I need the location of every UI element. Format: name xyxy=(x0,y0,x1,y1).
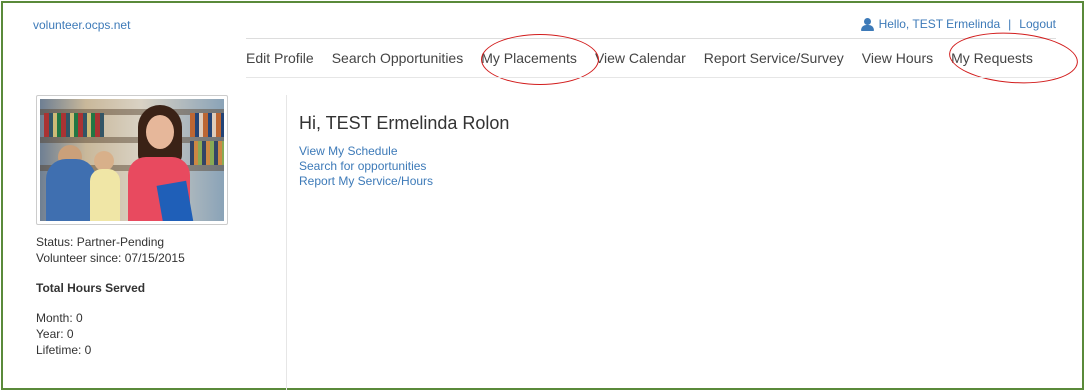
logout-link[interactable]: Logout xyxy=(1019,17,1056,31)
view-schedule-link[interactable]: View My Schedule xyxy=(299,144,433,159)
nav-edit-profile[interactable]: Edit Profile xyxy=(246,50,314,66)
hours-lifetime: Lifetime: 0 xyxy=(36,343,92,357)
hours-heading: Total Hours Served xyxy=(36,281,146,295)
search-opportunities-link[interactable]: Search for opportunities xyxy=(299,159,433,174)
separator: | xyxy=(1008,17,1012,31)
hours-month: Month: 0 xyxy=(36,311,83,325)
nav-my-requests[interactable]: My Requests xyxy=(951,50,1033,66)
volunteer-photo-image xyxy=(40,99,224,221)
page-frame: volunteer.ocps.net Hello, TEST Ermelinda… xyxy=(1,1,1084,390)
nav-view-hours[interactable]: View Hours xyxy=(862,50,933,66)
main-nav: Edit Profile Search Opportunities My Pla… xyxy=(246,41,1033,75)
nav-search-opportunities[interactable]: Search Opportunities xyxy=(332,50,464,66)
profile-photo xyxy=(36,95,228,225)
nav-report-service-survey[interactable]: Report Service/Survey xyxy=(704,50,844,66)
nav-my-placements[interactable]: My Placements xyxy=(481,50,577,66)
nav-divider xyxy=(246,77,1056,78)
report-service-link[interactable]: Report My Service/Hours xyxy=(299,174,433,189)
profile-info: Status: Partner-Pending Volunteer since:… xyxy=(36,234,185,358)
status-text: Status: Partner-Pending xyxy=(36,235,165,249)
top-divider xyxy=(246,38,1056,39)
page-title: Hi, TEST Ermelinda Rolon xyxy=(299,113,510,133)
top-bar: volunteer.ocps.net Hello, TEST Ermelinda… xyxy=(3,3,1082,41)
site-link[interactable]: volunteer.ocps.net xyxy=(33,18,130,32)
nav-view-calendar[interactable]: View Calendar xyxy=(595,50,686,66)
quick-links: View My Schedule Search for opportunitie… xyxy=(299,144,433,189)
column-divider xyxy=(286,95,287,390)
hello-user-link[interactable]: Hello, TEST Ermelinda xyxy=(879,17,1001,31)
user-icon xyxy=(860,17,874,31)
volunteer-since-text: Volunteer since: 07/15/2015 xyxy=(36,251,185,265)
hours-year: Year: 0 xyxy=(36,327,74,341)
user-area: Hello, TEST Ermelinda | Logout xyxy=(860,17,1056,31)
